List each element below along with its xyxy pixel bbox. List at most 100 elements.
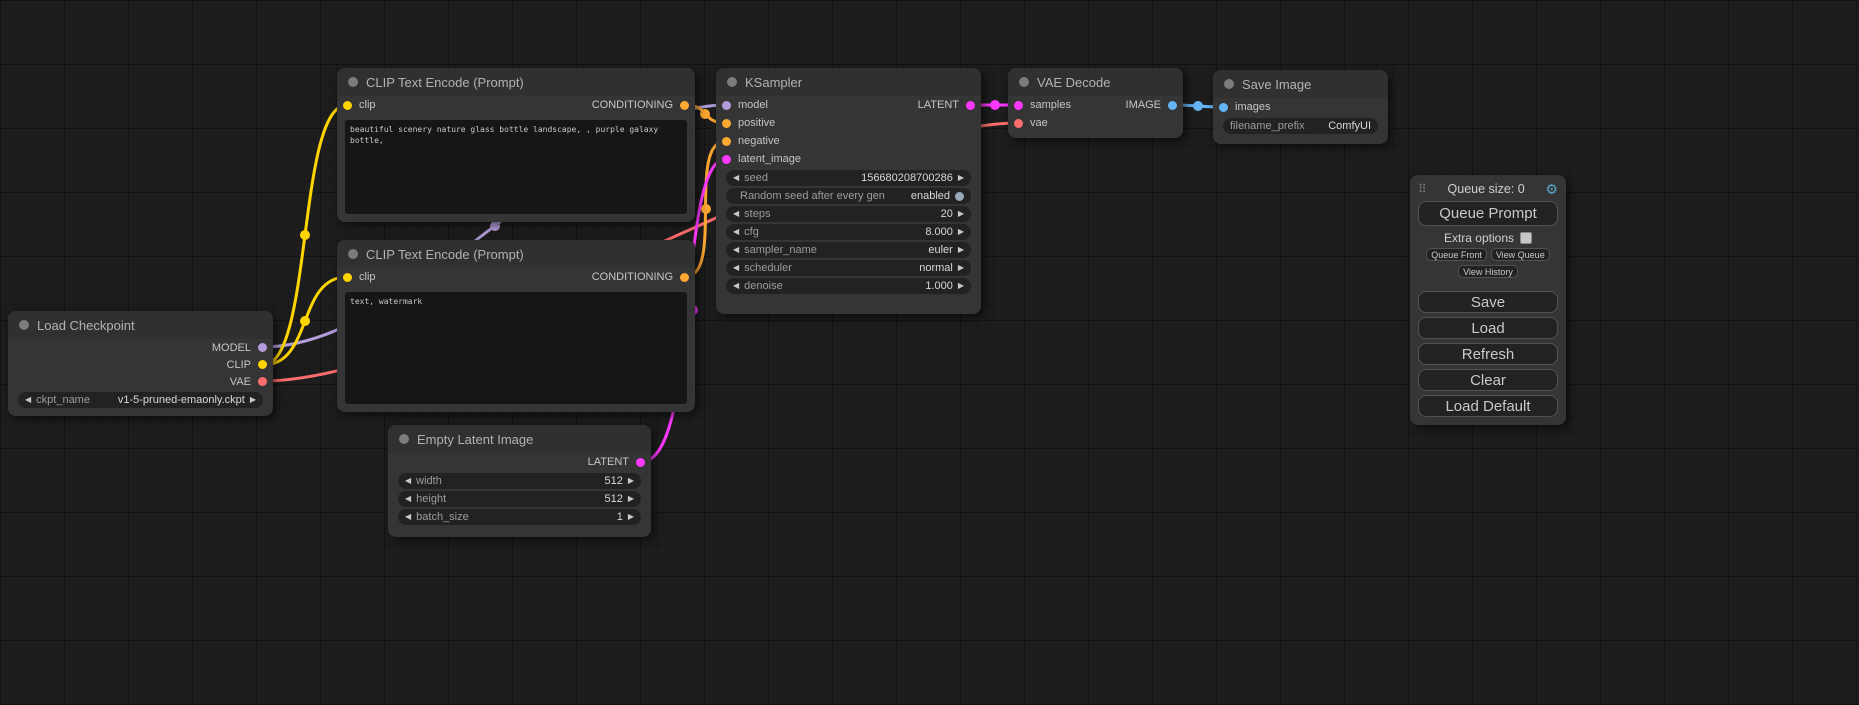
increment-arrow-icon[interactable]: ▶ — [628, 473, 634, 489]
prompt-textarea[interactable]: beautiful scenery nature glass bottle la… — [345, 120, 687, 214]
graph-canvas[interactable]: Load Checkpoint MODEL CLIP VAE ◀ ckpt_na… — [0, 0, 1859, 705]
cfg-widget[interactable]: ◀ cfg 8.000 ▶ — [726, 224, 971, 240]
input-slot-positive[interactable]: positive — [716, 114, 801, 132]
output-slot-clip[interactable]: CLIP — [8, 356, 273, 373]
node-header[interactable]: VAE Decode — [1008, 68, 1183, 96]
vae-input-dot[interactable] — [1014, 119, 1023, 128]
collapse-dot-icon[interactable] — [399, 434, 409, 444]
node-vae-decode[interactable]: VAE Decode samples vae IMAGE — [1008, 68, 1183, 138]
node-header[interactable]: KSampler — [716, 68, 981, 96]
output-slot-conditioning[interactable]: CONDITIONING — [592, 268, 695, 286]
vae-output-dot[interactable] — [258, 377, 267, 386]
increment-arrow-icon[interactable]: ▶ — [958, 242, 964, 258]
increment-arrow-icon[interactable]: ▶ — [628, 509, 634, 525]
conditioning-input-dot[interactable] — [722, 137, 731, 146]
refresh-button[interactable]: Refresh — [1418, 343, 1558, 365]
conditioning-input-dot[interactable] — [722, 119, 731, 128]
output-slot-conditioning[interactable]: CONDITIONING — [592, 96, 695, 114]
latent-output-dot[interactable] — [966, 101, 975, 110]
image-output-dot[interactable] — [1168, 101, 1177, 110]
queue-prompt-button[interactable]: Queue Prompt — [1418, 201, 1558, 226]
conditioning-output-dot[interactable] — [680, 273, 689, 282]
input-slot-negative[interactable]: negative — [716, 132, 801, 150]
decrement-arrow-icon[interactable]: ◀ — [733, 278, 739, 294]
conditioning-output-dot[interactable] — [680, 101, 689, 110]
node-header[interactable]: CLIP Text Encode (Prompt) — [337, 68, 695, 96]
node-header[interactable]: CLIP Text Encode (Prompt) — [337, 240, 695, 268]
collapse-dot-icon[interactable] — [727, 77, 737, 87]
batch-size-widget[interactable]: ◀ batch_size 1 ▶ — [398, 509, 641, 525]
model-input-dot[interactable] — [722, 101, 731, 110]
input-slot-images[interactable]: images — [1213, 98, 1388, 116]
height-widget[interactable]: ◀ height 512 ▶ — [398, 491, 641, 507]
output-slot-image[interactable]: IMAGE — [1126, 96, 1183, 114]
node-clip-text-encode-negative[interactable]: CLIP Text Encode (Prompt) clip CONDITION… — [337, 240, 695, 412]
collapse-dot-icon[interactable] — [1224, 79, 1234, 89]
decrement-arrow-icon[interactable]: ◀ — [733, 242, 739, 258]
ckpt-name-widget[interactable]: ◀ ckpt_name v1-5-pruned-emaonly.ckpt ▶ — [18, 392, 263, 408]
filename-prefix-widget[interactable]: filename_prefix ComfyUI — [1223, 118, 1378, 134]
model-output-dot[interactable] — [258, 343, 267, 352]
seed-widget[interactable]: ◀ seed 156680208700286 ▶ — [726, 170, 971, 186]
decrement-arrow-icon[interactable]: ◀ — [733, 206, 739, 222]
increment-arrow-icon[interactable]: ▶ — [628, 491, 634, 507]
output-slot-model[interactable]: MODEL — [8, 339, 273, 356]
decrement-arrow-icon[interactable]: ◀ — [733, 224, 739, 240]
decrement-arrow-icon[interactable]: ◀ — [405, 473, 411, 489]
node-header[interactable]: Load Checkpoint — [8, 311, 273, 339]
input-slot-vae[interactable]: vae — [1008, 114, 1071, 132]
output-slot-latent[interactable]: LATENT — [388, 453, 651, 471]
clip-output-dot[interactable] — [258, 360, 267, 369]
sampler-name-widget[interactable]: ◀ sampler_name euler ▶ — [726, 242, 971, 258]
view-queue-button[interactable]: View Queue — [1491, 248, 1550, 261]
node-load-checkpoint[interactable]: Load Checkpoint MODEL CLIP VAE ◀ ckpt_na… — [8, 311, 273, 416]
latent-output-dot[interactable] — [636, 458, 645, 467]
node-save-image[interactable]: Save Image images filename_prefix ComfyU… — [1213, 70, 1388, 144]
clip-input-dot[interactable] — [343, 101, 352, 110]
increment-arrow-icon[interactable]: ▶ — [958, 260, 964, 276]
node-header[interactable]: Empty Latent Image — [388, 425, 651, 453]
input-slot-model[interactable]: model — [716, 96, 801, 114]
scheduler-widget[interactable]: ◀ scheduler normal ▶ — [726, 260, 971, 276]
view-history-button[interactable]: View History — [1458, 265, 1518, 278]
extra-options-checkbox[interactable] — [1520, 232, 1532, 244]
steps-widget[interactable]: ◀ steps 20 ▶ — [726, 206, 971, 222]
collapse-dot-icon[interactable] — [1019, 77, 1029, 87]
increment-arrow-icon[interactable]: ▶ — [958, 224, 964, 240]
increment-arrow-icon[interactable]: ▶ — [958, 278, 964, 294]
random-seed-toggle-widget[interactable]: Random seed after every gen enabled — [726, 188, 971, 204]
toggle-indicator-icon[interactable] — [955, 192, 964, 201]
next-value-arrow-icon[interactable]: ▶ — [250, 392, 256, 408]
prev-value-arrow-icon[interactable]: ◀ — [25, 392, 31, 408]
increment-arrow-icon[interactable]: ▶ — [958, 206, 964, 222]
decrement-arrow-icon[interactable]: ◀ — [733, 260, 739, 276]
drag-handle-icon[interactable]: ⠿ — [1418, 182, 1427, 196]
node-ksampler[interactable]: KSampler model positive negative lat — [716, 68, 981, 314]
input-slot-samples[interactable]: samples — [1008, 96, 1071, 114]
node-clip-text-encode-positive[interactable]: CLIP Text Encode (Prompt) clip CONDITION… — [337, 68, 695, 222]
decrement-arrow-icon[interactable]: ◀ — [405, 509, 411, 525]
denoise-widget[interactable]: ◀ denoise 1.000 ▶ — [726, 278, 971, 294]
increment-arrow-icon[interactable]: ▶ — [958, 170, 964, 186]
queue-menu-panel[interactable]: ⠿ Queue size: 0 ⚙ Queue Prompt Extra opt… — [1410, 175, 1566, 425]
collapse-dot-icon[interactable] — [348, 249, 358, 259]
settings-gear-icon[interactable]: ⚙ — [1545, 181, 1558, 198]
node-header[interactable]: Save Image — [1213, 70, 1388, 98]
latent-input-dot[interactable] — [1014, 101, 1023, 110]
node-empty-latent-image[interactable]: Empty Latent Image LATENT ◀ width 512 ▶ … — [388, 425, 651, 537]
collapse-dot-icon[interactable] — [19, 320, 29, 330]
output-slot-vae[interactable]: VAE — [8, 373, 273, 390]
decrement-arrow-icon[interactable]: ◀ — [733, 170, 739, 186]
clip-input-dot[interactable] — [343, 273, 352, 282]
latent-input-dot[interactable] — [722, 155, 731, 164]
input-slot-clip[interactable]: clip — [337, 268, 376, 286]
load-default-button[interactable]: Load Default — [1418, 395, 1558, 417]
input-slot-clip[interactable]: clip — [337, 96, 376, 114]
load-button[interactable]: Load — [1418, 317, 1558, 339]
clear-button[interactable]: Clear — [1418, 369, 1558, 391]
input-slot-latent-image[interactable]: latent_image — [716, 150, 801, 168]
save-button[interactable]: Save — [1418, 291, 1558, 313]
width-widget[interactable]: ◀ width 512 ▶ — [398, 473, 641, 489]
image-input-dot[interactable] — [1219, 103, 1228, 112]
decrement-arrow-icon[interactable]: ◀ — [405, 491, 411, 507]
